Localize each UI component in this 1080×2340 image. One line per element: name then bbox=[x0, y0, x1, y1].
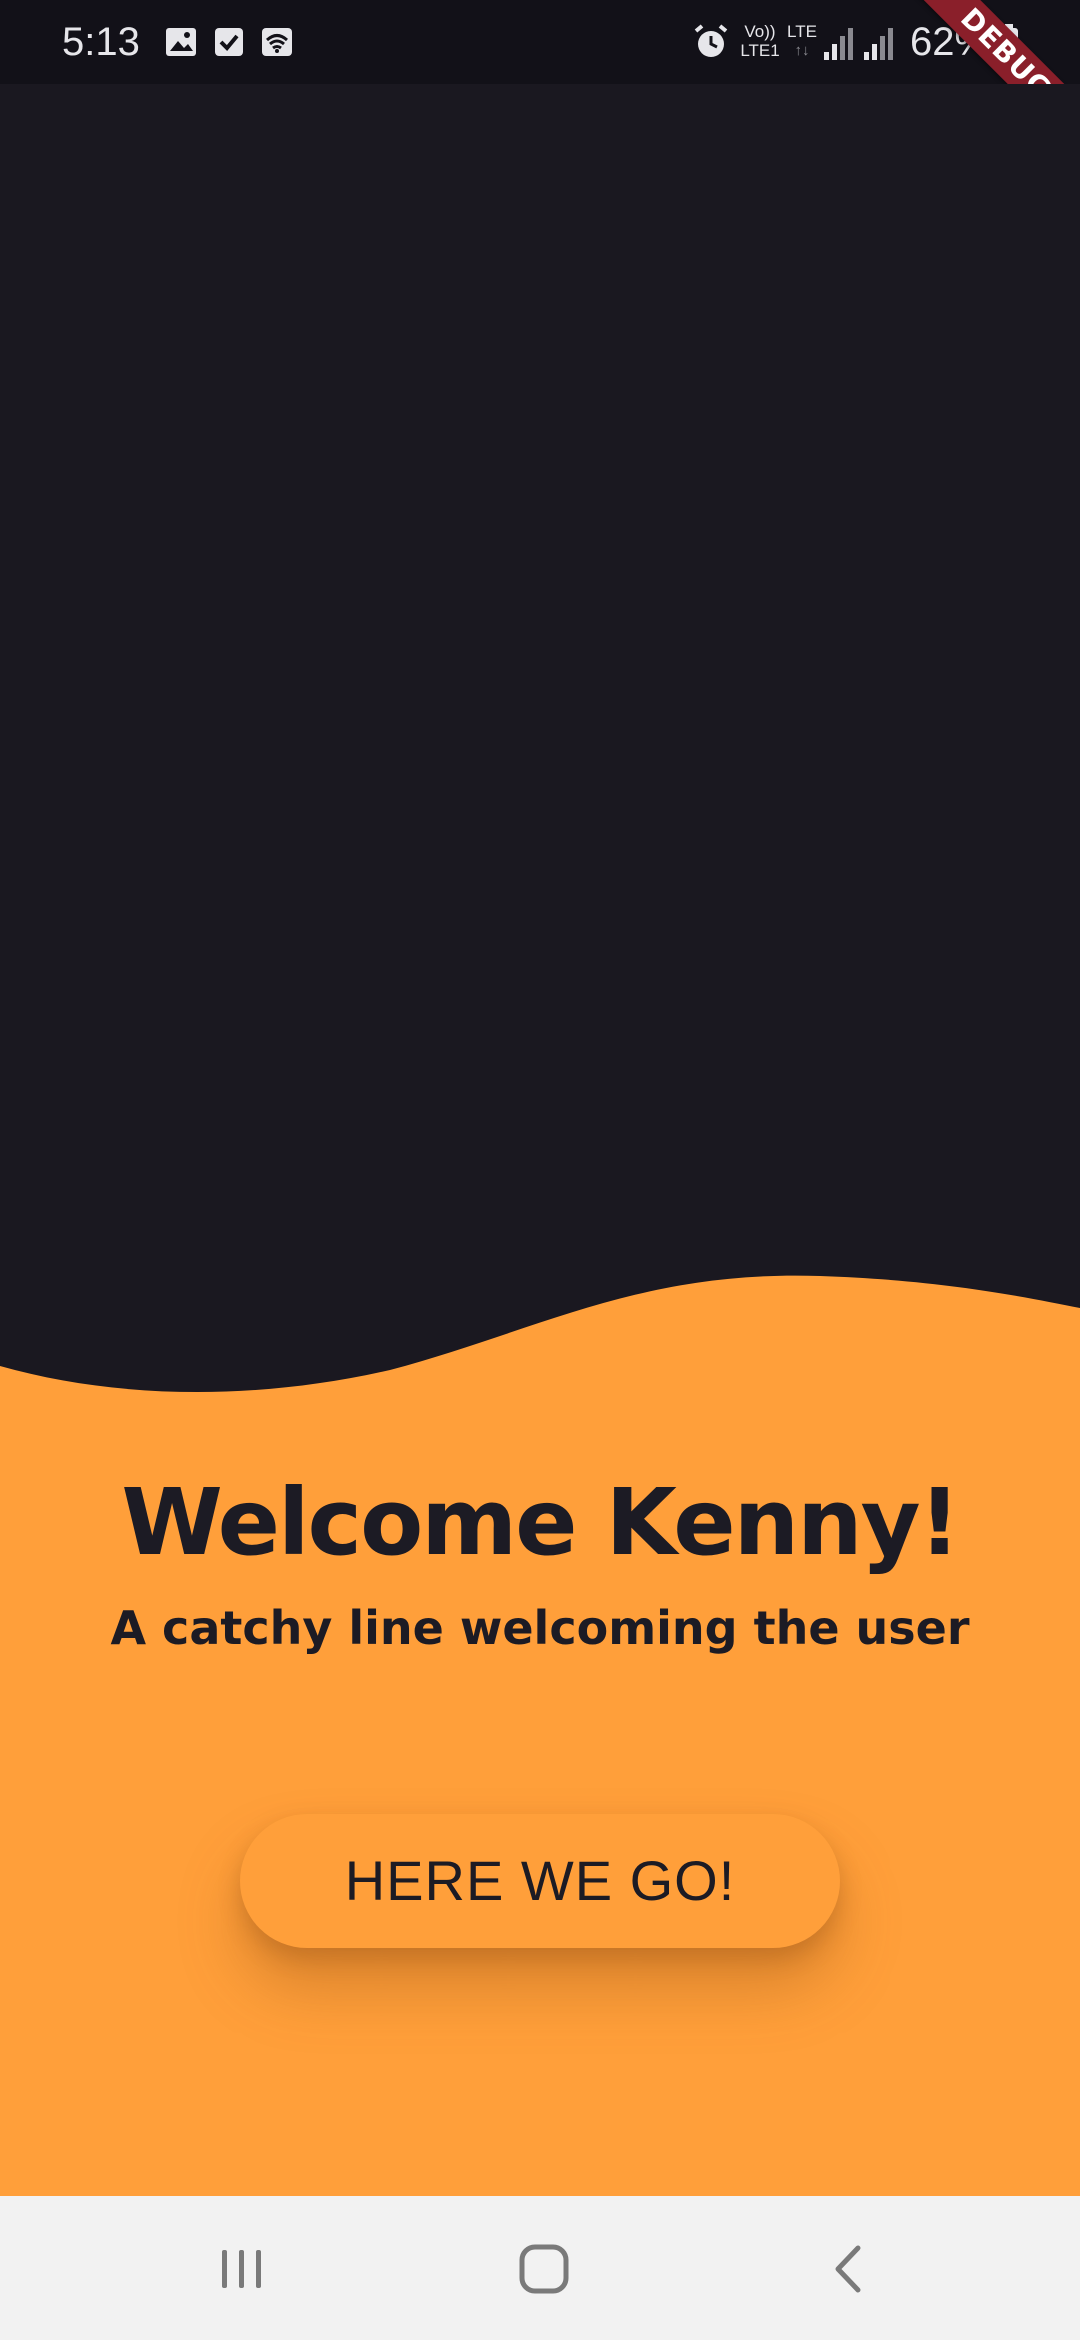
navigation-bar bbox=[0, 2196, 1080, 2340]
welcome-subtitle: A catchy line welcoming the user bbox=[110, 1601, 970, 1655]
recent-apps-icon[interactable] bbox=[202, 2228, 282, 2308]
welcome-title: Welcome Kenny! bbox=[121, 1469, 960, 1576]
welcome-panel bbox=[0, 1300, 1080, 2196]
back-icon[interactable] bbox=[806, 2228, 886, 2308]
home-icon[interactable] bbox=[504, 2228, 584, 2308]
here-we-go-button[interactable]: HERE WE GO! bbox=[240, 1814, 840, 1948]
